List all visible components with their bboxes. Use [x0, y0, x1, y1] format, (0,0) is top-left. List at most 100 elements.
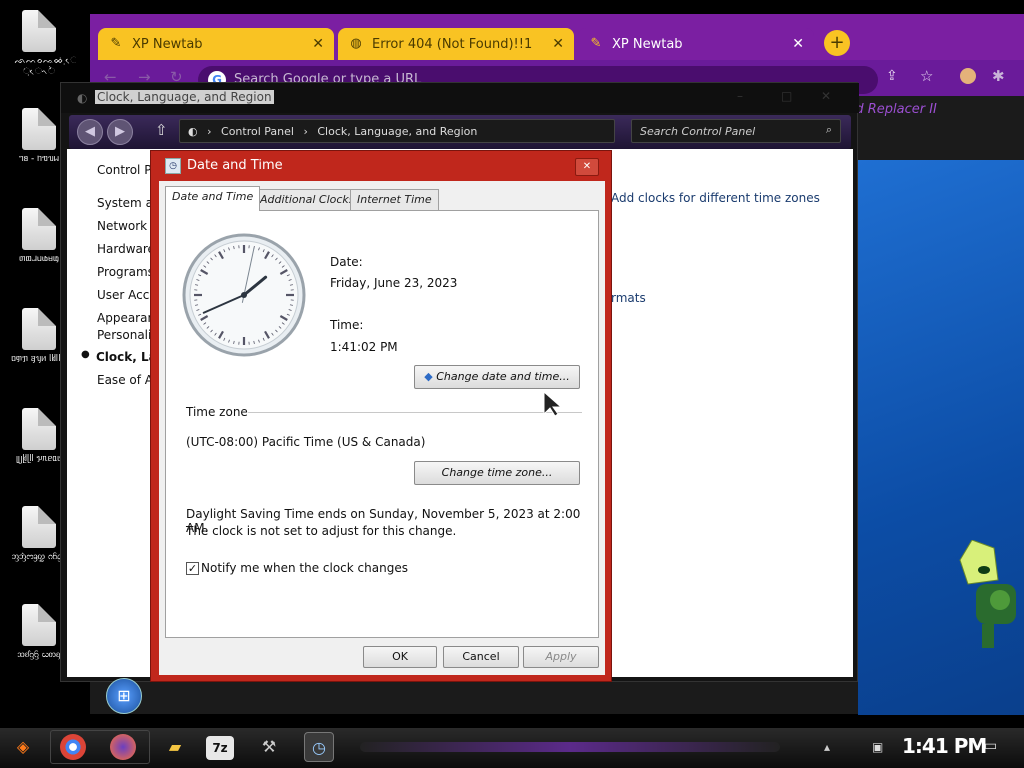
notification-icon[interactable]: ▭ [984, 738, 997, 754]
time-value: 1:41:02 PM [330, 340, 398, 354]
date-label: Date: [330, 255, 363, 269]
tab-error-404[interactable]: ◍ Error 404 (Not Found)!!1 ✕ [338, 28, 574, 60]
back-button[interactable]: ◀ [77, 119, 103, 145]
mouse-pointer-icon [543, 390, 562, 417]
tab-close-icon[interactable]: ✕ [552, 36, 564, 52]
firefox-icon[interactable] [110, 734, 136, 760]
apply-button[interactable]: Apply [523, 646, 599, 668]
date-value: Friday, June 23, 2023 [330, 276, 458, 290]
bookmark-bar-item[interactable]: rd Replacer II [850, 102, 937, 117]
breadcrumb-separator-icon: › [207, 125, 212, 138]
breadcrumb-clock-language-region[interactable]: Clock, Language, and Region [317, 125, 477, 138]
sidebar-ease-of-access[interactable]: Ease of A [97, 373, 153, 387]
pencil-icon: ✎ [110, 36, 122, 51]
breadcrumb-separator-icon: › [303, 125, 308, 138]
maximize-icon[interactable]: □ [781, 89, 792, 103]
new-tab-button[interactable]: + [824, 30, 850, 56]
file-explorer-icon[interactable]: ▰ [160, 732, 190, 762]
chrome-icon[interactable] [60, 734, 86, 760]
notify-checkbox[interactable]: ✓ [186, 562, 199, 575]
file-icon [22, 208, 56, 250]
windows-orb-icon[interactable]: ⊞ [106, 678, 142, 714]
file-icon [22, 604, 56, 646]
address-bar[interactable]: ◐ › Control Panel › Clock, Language, and… [179, 119, 615, 143]
tab-label: XP Newtab [132, 36, 203, 52]
change-time-zone-button[interactable]: Change time zone... [414, 461, 580, 485]
desktop-icon-label: ᨒᨓᨔᨕᨖ ᨘᨗᨙᨚᨛ [14, 56, 64, 77]
change-date-time-button[interactable]: ◆ Change date and time... [414, 365, 580, 389]
timezone-value: (UTC-08:00) Pacific Time (US & Canada) [186, 435, 426, 449]
control-panel-icon: ◐ [188, 125, 198, 138]
timezone-divider [248, 412, 582, 413]
character-figure [959, 540, 1016, 648]
tab-strip: ✎ XP Newtab ✕ ◍ Error 404 (Not Found)!!1… [90, 14, 1024, 60]
cancel-button[interactable]: Cancel [443, 646, 519, 668]
sidebar-user-accounts[interactable]: User Acco [97, 288, 157, 302]
tab-additional-clocks[interactable]: Additional Clocks [253, 189, 362, 211]
dialog-client: Date and Time Additional Clocks Internet… [159, 181, 605, 675]
control-panel-window-icon: ◐ [77, 91, 88, 105]
pencil-icon: ✎ [590, 36, 602, 51]
dialog-close-icon[interactable]: ✕ [575, 158, 599, 176]
tab-label: XP Newtab [612, 36, 683, 52]
taskbar-decoration [360, 742, 780, 752]
change-date-time-label: Change date and time... [436, 370, 570, 383]
bookmark-star-icon[interactable]: ☆ [920, 67, 933, 85]
tab-panel: Date: Friday, June 23, 2023 Time: 1:41:0… [165, 210, 599, 638]
forward-button[interactable]: ▶ [107, 119, 133, 145]
breadcrumb-control-panel[interactable]: Control Panel [221, 125, 294, 138]
tab-close-icon[interactable]: ✕ [792, 36, 804, 52]
extensions-puzzle-icon[interactable]: ✱ [992, 67, 1005, 85]
tab-xp-newtab-active[interactable]: ✎ XP Newtab ✕ [578, 28, 814, 60]
profile-avatar[interactable] [960, 68, 976, 84]
file-icon [22, 108, 56, 150]
ok-button[interactable]: OK [363, 646, 437, 668]
taskbar-clock[interactable]: 1:41 PM [902, 734, 987, 758]
sidebar-system[interactable]: System ar [97, 196, 158, 210]
share-icon[interactable]: ⇪ [886, 68, 898, 84]
control-panel-navbar: ◀ ▶ ⇧ ◐ › Control Panel › Clock, Languag… [69, 115, 851, 149]
sidebar-hardware[interactable]: Hardware [97, 242, 155, 256]
search-placeholder: Search Control Panel [640, 125, 756, 138]
start-button-icon[interactable]: ◈ [8, 732, 38, 762]
sidebar-programs[interactable]: Programs [97, 265, 154, 279]
tray-arrow-icon[interactable]: ▴ [824, 740, 830, 754]
file-icon [22, 10, 56, 52]
timezone-label: Time zone [186, 405, 248, 419]
plus-icon: + [829, 32, 845, 53]
bullet-icon: ● [81, 349, 90, 360]
tab-label: Error 404 (Not Found)!!1 [372, 36, 533, 52]
clock-center [241, 292, 247, 298]
search-control-panel-input[interactable]: Search Control Panel ⌕ [631, 119, 841, 143]
up-arrow-icon[interactable]: ⇧ [155, 121, 168, 139]
dst-notice-line2: The clock is not set to adjust for this … [186, 524, 457, 538]
7zip-icon[interactable]: 7z [206, 736, 234, 760]
file-icon [22, 408, 56, 450]
wrench-tool-icon[interactable]: ⚒ [254, 732, 284, 762]
formats-link[interactable]: rmats [611, 291, 646, 305]
time-label: Time: [330, 318, 364, 332]
date-time-icon: ◷ [165, 158, 181, 174]
network-icon[interactable]: ▣ [872, 740, 883, 754]
tab-internet-time[interactable]: Internet Time [350, 189, 439, 211]
window-title: Clock, Language, and Region [95, 90, 274, 104]
close-icon[interactable]: ✕ [821, 89, 831, 103]
control-panel-icon[interactable]: ◷ [304, 732, 334, 762]
dialog-titlebar: ◷ Date and Time ✕ [151, 151, 613, 181]
search-icon: ⌕ [825, 123, 832, 136]
minimize-icon[interactable]: – [737, 89, 743, 103]
shield-icon: ◆ [424, 370, 433, 383]
sidebar-personalization[interactable]: Personaliz [97, 328, 158, 342]
taskbar: ◈ ▰ 7z ⚒ ◷ ▴ ▣ 1:41 PM ▭ [0, 728, 1024, 768]
desktop-wallpaper [858, 160, 1024, 715]
add-clocks-link[interactable]: Add clocks for different time zones [611, 191, 820, 205]
tab-close-icon[interactable]: ✕ [312, 36, 324, 52]
control-panel-titlebar: ◐ Clock, Language, and Region – □ ✕ [61, 83, 859, 113]
analog-clock [182, 233, 306, 357]
file-icon [22, 506, 56, 548]
tab-xp-newtab-1[interactable]: ✎ XP Newtab ✕ [98, 28, 334, 60]
dialog-title: Date and Time [187, 158, 283, 173]
file-icon [22, 308, 56, 350]
tab-date-and-time[interactable]: Date and Time [165, 186, 261, 211]
globe-icon: ◍ [350, 36, 362, 51]
